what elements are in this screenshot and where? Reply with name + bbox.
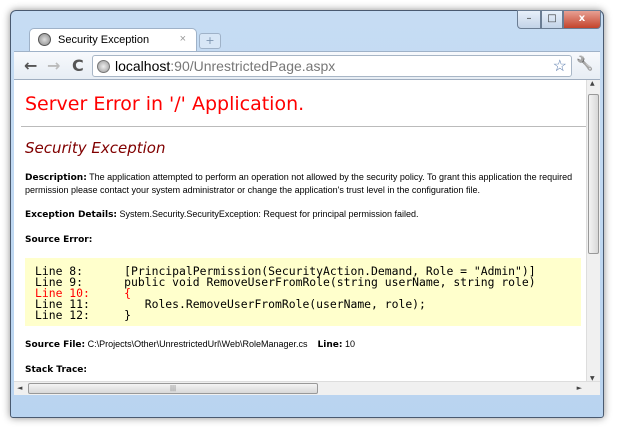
tab-close-icon[interactable]: ×: [180, 33, 186, 45]
stack-trace: Stack Trace:: [25, 363, 585, 376]
scroll-up-arrow[interactable]: ▲: [590, 80, 595, 87]
bookmark-star-icon[interactable]: ☆: [553, 56, 567, 76]
scroll-right-arrow[interactable]: ►: [577, 384, 582, 392]
exception-title: Security Exception: [25, 139, 166, 157]
forward-button[interactable]: →: [47, 56, 60, 75]
reload-button[interactable]: C: [72, 56, 84, 75]
wrench-icon[interactable]: 🔧: [576, 56, 593, 72]
code-line: Line 12: }: [35, 308, 132, 322]
tab-security-exception[interactable]: Security Exception ×: [29, 28, 197, 52]
stack-trace-label: Stack Trace:: [25, 365, 88, 375]
back-button[interactable]: ←: [24, 56, 37, 75]
horizontal-scrollbar[interactable]: ◄ ||| ►: [14, 381, 600, 395]
vertical-scrollbar[interactable]: ▲ ▼: [586, 80, 600, 382]
details-label: Exception Details:: [25, 210, 118, 220]
page-icon: [97, 60, 110, 73]
new-tab-button[interactable]: +: [199, 33, 221, 49]
minimize-button[interactable]: –: [517, 10, 541, 29]
maximize-button[interactable]: □: [541, 10, 563, 29]
address-bar[interactable]: localhost:90/UnrestrictedPage.aspx ☆: [92, 55, 572, 77]
line-label: Line:: [317, 340, 343, 350]
description-label: Description:: [25, 173, 87, 183]
details-text: System.Security.SecurityException: Reque…: [117, 209, 419, 219]
toolbar: ← → C localhost:90/UnrestrictedPage.aspx…: [14, 51, 600, 79]
url-path: :90/UnrestrictedPage.aspx: [170, 58, 336, 74]
exception-details: Exception Details: System.Security.Secur…: [25, 208, 585, 221]
url-host: localhost: [115, 58, 171, 74]
tab-title: Security Exception: [58, 34, 150, 46]
description: Description: The application attempted t…: [25, 171, 585, 196]
vertical-scroll-thumb[interactable]: [588, 94, 599, 254]
scroll-left-arrow[interactable]: ◄: [17, 384, 22, 392]
close-button[interactable]: x: [563, 10, 601, 29]
page-title: Server Error in '/' Application.: [25, 93, 305, 115]
description-text: The application attempted to perform an …: [25, 172, 573, 195]
source-error: Source Error:: [25, 233, 585, 246]
source-file-label: Source File:: [25, 340, 86, 350]
divider: [21, 126, 589, 127]
line-number: 10: [342, 339, 355, 349]
code-block: Line 8: [PrincipalPermission(SecurityAct…: [25, 258, 581, 326]
page-content: Server Error in '/' Application. Securit…: [14, 79, 600, 395]
source-file: Source File: C:\Projects\Other\Unrestric…: [25, 338, 585, 351]
globe-icon: [38, 33, 51, 46]
horizontal-scroll-thumb[interactable]: |||: [28, 383, 318, 394]
source-file-path: C:\Projects\Other\UnrestrictedUrl\Web\Ro…: [85, 339, 308, 349]
browser-window: – □ x Security Exception × + ← → C local…: [10, 10, 604, 418]
source-error-label: Source Error:: [25, 235, 93, 245]
